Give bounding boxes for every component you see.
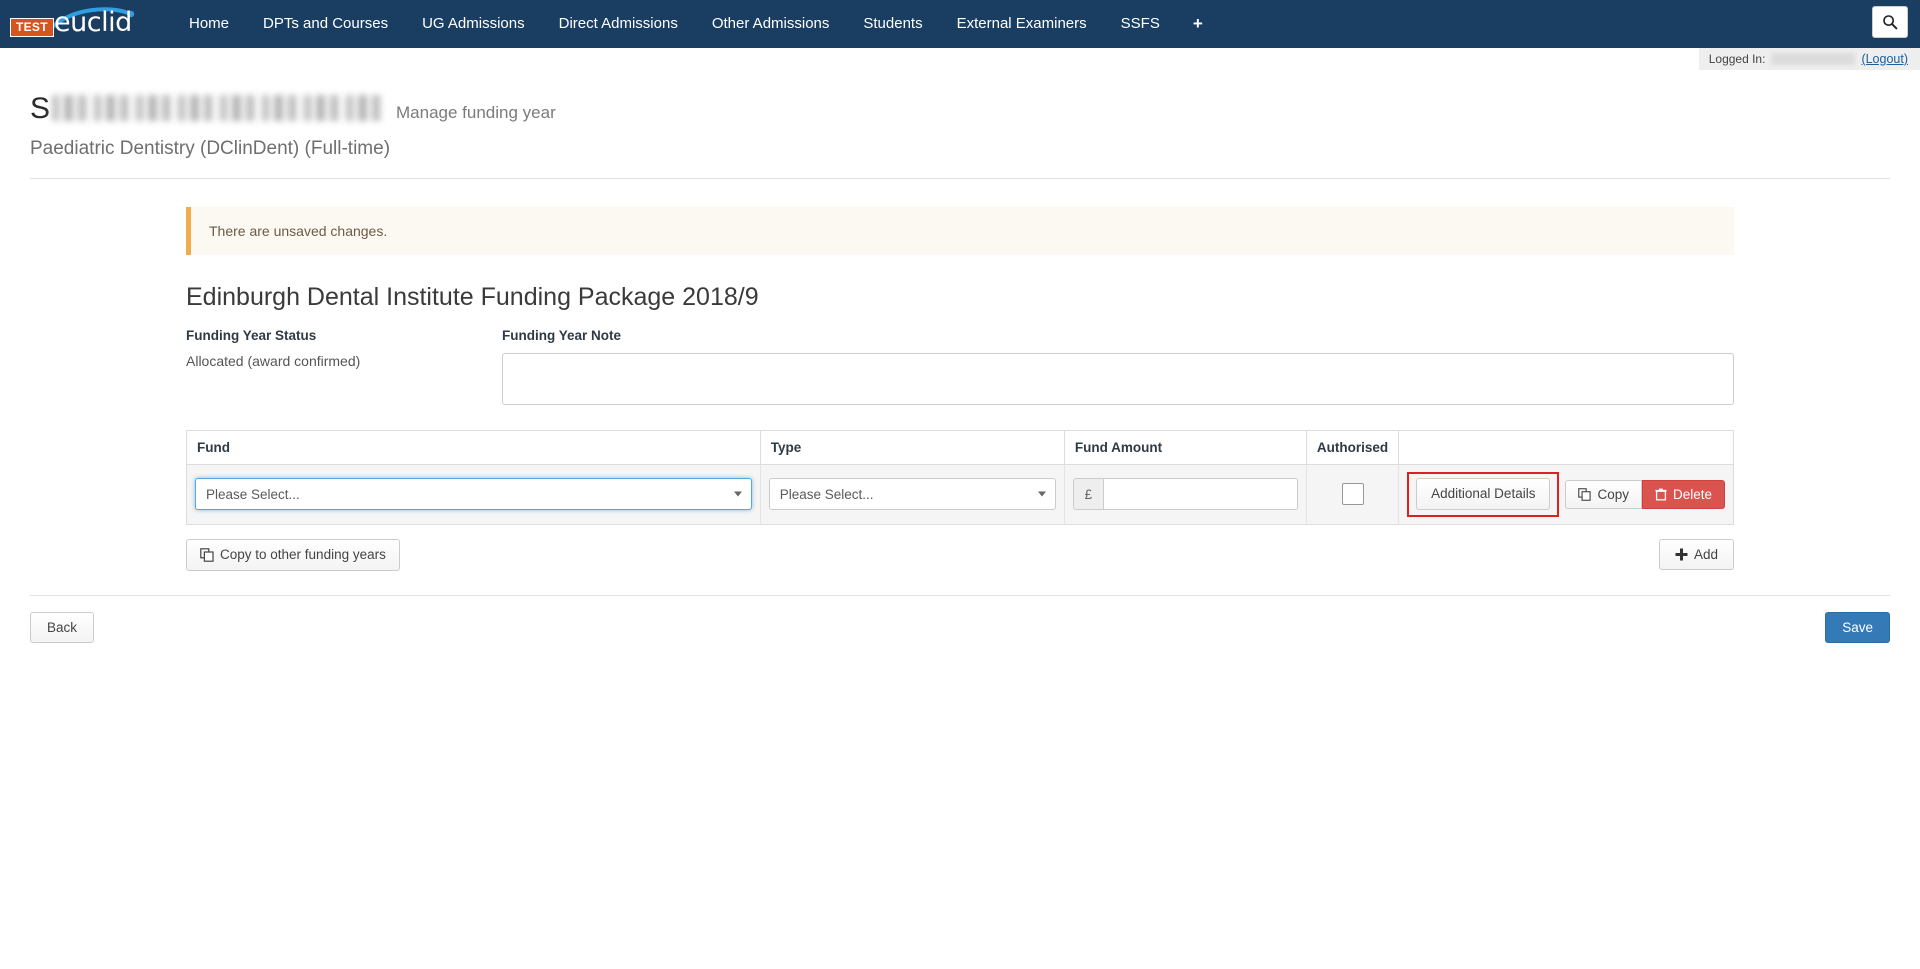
copy-to-other-funding-years-label: Copy to other funding years [220,548,386,562]
course-title: Paediatric Dentistry (DClinDent) (Full-t… [0,124,1920,160]
nav-item-other-admissions[interactable]: Other Admissions [695,0,847,48]
page-subtitle: Manage funding year [396,103,556,123]
currency-prefix: £ [1073,478,1103,510]
column-header-fund-amount: Fund Amount [1064,431,1306,465]
table-row: Please Select... Please Select... £ [187,465,1734,525]
funding-table-body: Please Select... Please Select... £ [187,465,1734,525]
add-row-button[interactable]: Add [1659,539,1734,571]
table-toolbar: Copy to other funding years Add [186,539,1734,571]
funding-year-status-field: Funding Year Status Allocated (award con… [186,328,502,410]
search-button[interactable] [1872,6,1908,38]
delete-row-button[interactable]: Delete [1642,480,1725,510]
funding-table-head: Fund Type Fund Amount Authorised [187,431,1734,465]
copy-row-label: Copy [1597,488,1629,502]
funding-table: Fund Type Fund Amount Authorised Please … [186,430,1734,525]
delete-row-label: Delete [1673,488,1712,502]
logo-wordmark: euclid [54,9,132,36]
row-actions: Additional Details Copy [1407,472,1725,517]
copy-row-button[interactable]: Copy [1565,480,1642,510]
unsaved-changes-alert: There are unsaved changes. [186,207,1734,255]
logout-link[interactable]: (Logout) [1861,52,1908,66]
nav-item-dpts-and-courses[interactable]: DPTs and Courses [246,0,405,48]
fund-amount-input[interactable] [1103,478,1298,510]
fund-amount-group: £ [1073,478,1298,510]
funding-year-status-label: Funding Year Status [186,328,502,343]
student-name: S [30,92,382,124]
logged-in-label: Logged In: [1709,52,1766,66]
euclid-logo[interactable]: TEST euclid [6,0,138,48]
funding-package-title: Edinburgh Dental Institute Funding Packa… [186,283,1920,312]
authorised-checkbox[interactable] [1342,483,1364,505]
column-header-actions [1399,431,1734,465]
cell-fund-amount: £ [1064,465,1306,525]
copy-icon [1578,488,1591,501]
add-row-label: Add [1694,548,1718,562]
logged-in-username-redacted [1771,53,1855,65]
nav-item-external-examiners[interactable]: External Examiners [940,0,1104,48]
cell-type: Please Select... [760,465,1064,525]
nav-links: Home DPTs and Courses UG Admissions Dire… [172,0,1219,48]
page-footer: Back Save [30,612,1890,644]
fund-select-value: Please Select... [206,487,300,502]
plus-icon [1675,548,1688,561]
nav-item-ssfs[interactable]: SSFS [1104,0,1177,48]
funding-year-note-field: Funding Year Note [502,328,1734,410]
trash-icon [1655,488,1667,501]
column-header-authorised: Authorised [1306,431,1398,465]
cell-row-actions: Additional Details Copy [1399,465,1734,525]
top-navigation-bar: TEST euclid Home DPTs and Courses UG Adm… [0,0,1920,48]
funding-table-header-row: Fund Type Fund Amount Authorised [187,431,1734,465]
column-header-fund: Fund [187,431,761,465]
additional-details-highlight: Additional Details [1407,472,1559,517]
copy-to-other-funding-years-button[interactable]: Copy to other funding years [186,539,400,571]
logged-in-bar: Logged In: (Logout) [0,48,1920,70]
nav-item-direct-admissions[interactable]: Direct Admissions [542,0,695,48]
fund-select[interactable]: Please Select... [195,478,752,510]
save-button[interactable]: Save [1825,612,1890,644]
student-name-redacted [52,95,382,121]
funding-year-status-value: Allocated (award confirmed) [186,353,502,369]
page-header: S Manage funding year [0,70,1920,124]
cell-fund: Please Select... [187,465,761,525]
cell-authorised [1306,465,1398,525]
main-content: There are unsaved changes. Edinburgh Den… [0,207,1920,643]
student-name-initial: S [30,94,50,124]
type-select-value: Please Select... [780,487,874,502]
nav-item-students[interactable]: Students [846,0,939,48]
chevron-down-icon [734,492,742,497]
type-select[interactable]: Please Select... [769,478,1056,510]
chevron-down-icon [1038,492,1046,497]
nav-item-ug-admissions[interactable]: UG Admissions [405,0,542,48]
header-divider [30,178,1890,179]
back-button[interactable]: Back [30,612,94,644]
search-icon [1882,14,1898,30]
funding-year-note-input[interactable] [502,353,1734,405]
additional-details-button[interactable]: Additional Details [1416,478,1550,510]
funding-year-note-label: Funding Year Note [502,328,1734,343]
nav-item-home[interactable]: Home [172,0,246,48]
plus-icon[interactable]: + [1177,0,1219,48]
column-header-type: Type [760,431,1064,465]
logo-test-tag: TEST [10,18,54,37]
copy-icon [200,548,214,562]
funding-year-fields: Funding Year Status Allocated (award con… [186,328,1920,410]
alert-message: There are unsaved changes. [209,223,387,239]
logged-in-inner: Logged In: (Logout) [1699,48,1920,70]
footer-divider [30,595,1890,596]
